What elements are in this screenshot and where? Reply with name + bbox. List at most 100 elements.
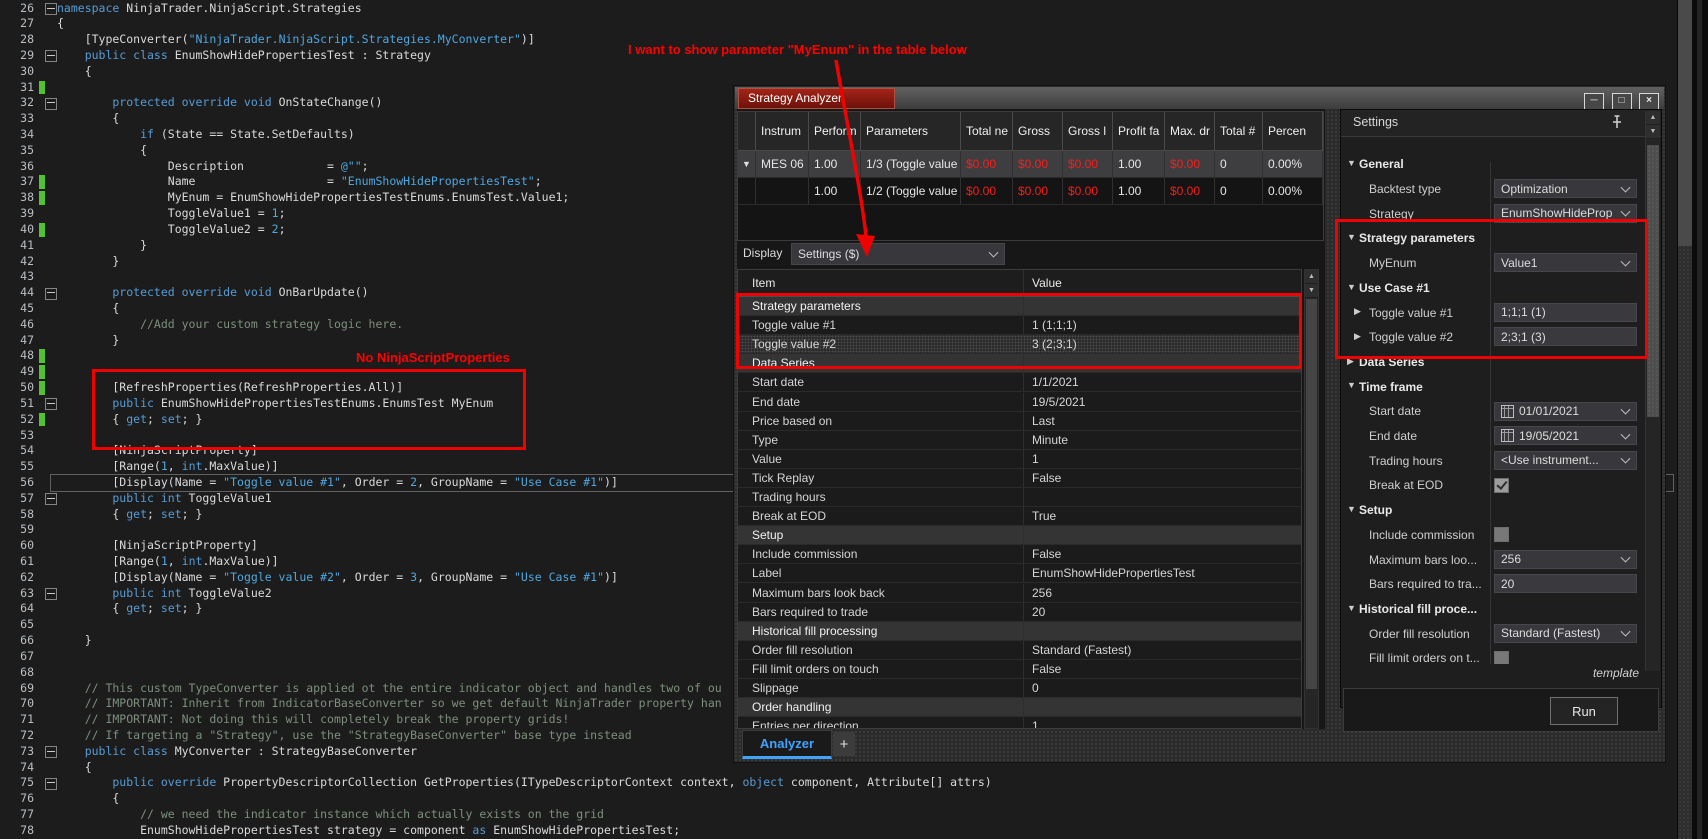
setting-textbox[interactable]: 1;1;1 (1) — [1494, 302, 1637, 322]
expand-open-icon[interactable]: ▼ — [1347, 504, 1356, 514]
add-tab-button[interactable]: + — [833, 732, 855, 756]
code-line-78[interactable]: 78 EnumShowHidePropertiesTest strategy =… — [0, 823, 1677, 839]
settings-properties-table[interactable]: Item Value Strategy parameters Toggle val… — [737, 269, 1302, 729]
setting-dropdown[interactable]: Value1 — [1494, 253, 1637, 273]
window-titlebar[interactable]: Strategy Analyzer ─ □ × — [735, 87, 1664, 110]
property-row[interactable]: Entries per direction 1 — [738, 717, 1301, 728]
pin-icon[interactable] — [1611, 114, 1623, 130]
grid-column-header[interactable]: Gross — [1013, 112, 1063, 150]
settings-item-row[interactable]: Backtest type Optimization — [1341, 177, 1647, 202]
grid-column-header[interactable]: Percen — [1263, 112, 1323, 150]
settings-item-row[interactable]: End date 19/05/2021 — [1341, 424, 1647, 449]
settings-group-row[interactable]: ▼ Setup — [1341, 498, 1647, 523]
settings-group-row[interactable]: ▼ Time frame — [1341, 374, 1647, 399]
fold-collapse-icon[interactable] — [45, 588, 57, 601]
properties-scrollbar[interactable]: ▲ ▼ — [1304, 269, 1319, 729]
checkbox-unchecked[interactable] — [1494, 527, 1509, 542]
grid-column-header[interactable]: Profit fa — [1113, 112, 1165, 150]
setting-dropdown[interactable]: EnumShowHideProp — [1494, 203, 1637, 223]
setting-textbox[interactable]: 2;3;1 (3) — [1494, 327, 1637, 347]
property-row[interactable]: Price based on Last — [738, 411, 1301, 431]
property-row[interactable]: Toggle value #2 3 (2;3;1) — [738, 335, 1301, 355]
settings-item-row[interactable]: Start date 01/01/2021 — [1341, 399, 1647, 424]
date-picker-dropdown[interactable]: 01/01/2021 — [1494, 401, 1637, 421]
property-row[interactable]: Order fill resolution Standard (Fastest) — [738, 640, 1301, 660]
fold-collapse-icon[interactable] — [45, 287, 57, 300]
grid-column-header[interactable]: Parameters — [861, 112, 961, 150]
grid-column-header[interactable] — [738, 112, 756, 150]
optimization-results-grid[interactable]: Instrum Perform Parameters Total ne Gross Gro… — [737, 111, 1324, 241]
expand-open-icon[interactable]: ▼ — [1347, 158, 1356, 168]
fold-collapse-icon[interactable] — [45, 3, 57, 15]
property-group-row[interactable]: Setup — [738, 526, 1301, 546]
code-line-76[interactable]: 76 { — [0, 791, 1677, 807]
grid-row[interactable]: 1.00 1/2 (Toggle value $0.00 $0.00 $0.00 1.00… — [738, 178, 1323, 205]
property-group-row[interactable]: Historical fill processing — [738, 621, 1301, 641]
settings-item-row[interactable]: Include commission — [1341, 523, 1647, 548]
minimize-button[interactable]: ─ — [1584, 93, 1605, 110]
property-row[interactable]: Label EnumShowHidePropertiesTest — [738, 564, 1301, 584]
settings-group-row[interactable]: ▼ Use Case #1 — [1341, 276, 1647, 301]
checkbox-unchecked[interactable] — [1494, 650, 1509, 664]
settings-item-row[interactable]: Trading hours <Use instrument... — [1341, 448, 1647, 473]
property-row[interactable]: Maximum bars look back 256 — [738, 583, 1301, 603]
expand-closed-icon[interactable]: ▶ — [1354, 331, 1361, 342]
properties-scrollbar-thumb[interactable] — [1306, 299, 1317, 689]
expand-open-icon[interactable]: ▼ — [1347, 603, 1356, 613]
property-row[interactable]: Slippage 0 — [738, 679, 1301, 699]
fold-collapse-icon[interactable] — [45, 777, 57, 790]
row-expander-icon[interactable]: ▼ — [738, 151, 756, 177]
setting-dropdown[interactable]: Standard (Fastest) — [1494, 623, 1637, 643]
grid-column-header[interactable]: Max. dr — [1165, 112, 1215, 150]
fold-collapse-icon[interactable] — [45, 493, 57, 506]
settings-group-row[interactable]: ▼ Historical fill proce... — [1341, 597, 1647, 622]
code-line-30[interactable]: 30 { — [0, 64, 1677, 80]
settings-group-row[interactable]: ▼ General — [1341, 152, 1647, 177]
setting-dropdown[interactable]: 256 — [1494, 549, 1637, 569]
settings-item-row[interactable]: Fill limit orders on t... — [1341, 646, 1647, 664]
settings-item-row[interactable]: MyEnum Value1 — [1341, 251, 1647, 276]
grid-column-header[interactable]: Perform — [809, 112, 861, 150]
scroll-up-icon[interactable]: ▲ — [1646, 111, 1660, 125]
run-button[interactable]: Run — [1550, 697, 1618, 725]
property-row[interactable]: Fill limit orders on touch False — [738, 659, 1301, 679]
property-group-row[interactable]: Data Series — [738, 354, 1301, 374]
settings-item-row[interactable]: Break at EOD — [1341, 473, 1647, 498]
expand-open-icon[interactable]: ▼ — [1347, 380, 1356, 390]
expand-open-icon[interactable]: ▼ — [1347, 282, 1356, 292]
grid-column-header[interactable]: Gross l — [1063, 112, 1113, 150]
editor-scrollbar[interactable] — [1678, 0, 1692, 839]
settings-group-row[interactable]: ▼ Strategy parameters — [1341, 226, 1647, 251]
property-row[interactable]: Toggle value #1 1 (1;1;1) — [738, 316, 1301, 336]
property-group-row[interactable]: Strategy parameters — [738, 297, 1301, 317]
setting-dropdown[interactable]: Optimization — [1494, 179, 1637, 199]
expand-closed-icon[interactable]: ▶ — [1347, 356, 1354, 367]
property-row[interactable]: Start date 1/1/2021 — [738, 373, 1301, 393]
grid-column-header[interactable]: Total ne — [961, 112, 1013, 150]
properties-table-header[interactable]: Item Value — [738, 270, 1301, 297]
settings-item-row[interactable]: Order fill resolution Standard (Fastest) — [1341, 621, 1647, 646]
property-row[interactable]: End date 19/5/2021 — [738, 392, 1301, 412]
property-row[interactable]: Tick Replay False — [738, 468, 1301, 488]
settings-item-row[interactable]: Strategy EnumShowHideProp — [1341, 201, 1647, 226]
tab-analyzer[interactable]: Analyzer — [742, 730, 832, 759]
code-line-75[interactable]: 75 public override PropertyDescriptorCol… — [0, 775, 1677, 791]
editor-scrollbar-thumb[interactable] — [1678, 0, 1692, 246]
property-row[interactable]: Type Minute — [738, 430, 1301, 450]
column-header-item[interactable]: Item — [738, 270, 1024, 296]
scroll-down-icon[interactable]: ▼ — [1305, 284, 1318, 298]
settings-item-row[interactable]: ▶ Toggle value #2 2;3;1 (3) — [1341, 325, 1647, 350]
close-button[interactable]: × — [1639, 93, 1659, 110]
settings-item-row[interactable]: Bars required to tra... 20 — [1341, 572, 1647, 597]
grid-column-header[interactable]: Instrum — [756, 112, 809, 150]
property-row[interactable]: Value 1 — [738, 449, 1301, 469]
display-dropdown[interactable]: Settings ($) — [791, 243, 1005, 265]
template-link[interactable]: template — [1593, 666, 1639, 680]
date-picker-dropdown[interactable]: 19/05/2021 — [1494, 426, 1637, 446]
checkbox-checked[interactable] — [1494, 477, 1509, 493]
grid-row[interactable]: ▼ MES 06 1.00 1/3 (Toggle value $0.00 $0.00 $0… — [738, 151, 1323, 178]
expand-open-icon[interactable]: ▼ — [1347, 232, 1356, 242]
property-row[interactable]: Bars required to trade 20 — [738, 602, 1301, 622]
setting-dropdown[interactable]: <Use instrument... — [1494, 450, 1637, 470]
code-line-27[interactable]: 27 { — [0, 16, 1677, 32]
